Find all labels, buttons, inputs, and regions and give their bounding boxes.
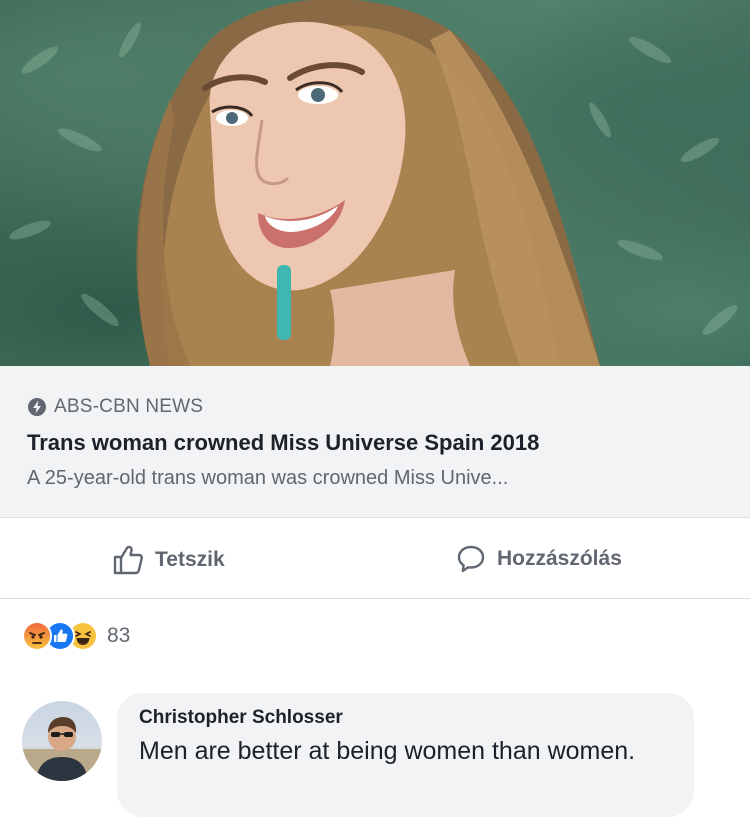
angry-reaction-icon xyxy=(22,621,52,651)
link-source-name: ABS-CBN NEWS xyxy=(54,396,204,417)
comment-button[interactable]: Hozzászólás xyxy=(455,543,622,575)
reaction-count[interactable]: 83 xyxy=(107,624,130,648)
thumbs-up-icon xyxy=(113,545,143,575)
post-actions: Tetszik Hozzászólás xyxy=(0,519,750,599)
comment-text: Men are better at being women than women… xyxy=(139,737,636,765)
woman-photo xyxy=(9,0,738,366)
post-image[interactable] xyxy=(0,0,750,366)
link-description: A 25-year-old trans woman was crowned Mi… xyxy=(27,467,509,489)
link-preview[interactable]: ABS-CBN NEWS Trans woman crowned Miss Un… xyxy=(0,366,750,518)
link-headline[interactable]: Trans woman crowned Miss Universe Spain … xyxy=(27,430,539,456)
person-photo xyxy=(22,717,102,781)
comment-author[interactable]: Christopher Schlosser xyxy=(139,707,672,729)
avatar[interactable] xyxy=(22,701,102,781)
like-label: Tetszik xyxy=(155,548,225,571)
comment-bubble-icon xyxy=(457,545,485,573)
like-button[interactable]: Tetszik xyxy=(111,543,225,577)
comment-bubble: Christopher Schlosser Men are better at … xyxy=(117,693,694,817)
comment-label: Hozzászólás xyxy=(497,547,622,570)
instant-article-bolt-icon xyxy=(28,398,46,416)
reactions-summary[interactable]: 83 xyxy=(22,621,130,651)
link-source: ABS-CBN NEWS xyxy=(27,396,203,418)
